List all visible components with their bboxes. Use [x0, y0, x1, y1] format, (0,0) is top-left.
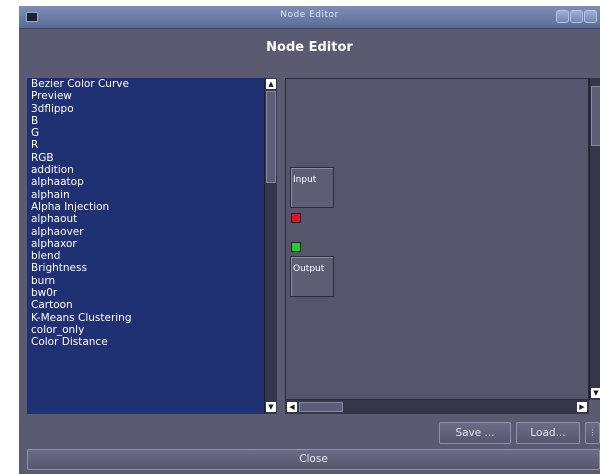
- list-item[interactable]: B: [27, 115, 264, 127]
- arrow-down-icon[interactable]: ▼: [591, 388, 600, 398]
- arrow-down-icon[interactable]: ▼: [266, 402, 276, 412]
- input-node[interactable]: Input: [290, 167, 334, 208]
- list-item[interactable]: Preview: [27, 90, 264, 102]
- arrow-up-icon[interactable]: ▲: [266, 79, 276, 89]
- node-canvas[interactable]: Input Output: [285, 78, 589, 400]
- list-item[interactable]: K-Means Clustering: [27, 312, 264, 324]
- list-vertical-scrollbar[interactable]: ▲ ▼: [264, 78, 277, 414]
- input-node-output-socket[interactable]: [291, 213, 301, 223]
- list-item[interactable]: bw0r: [27, 287, 264, 299]
- canvas-hscroll-thumb[interactable]: [299, 402, 343, 412]
- node-label: Input: [293, 175, 317, 185]
- list-item[interactable]: Cartoon: [27, 299, 264, 311]
- list-item[interactable]: burn: [27, 275, 264, 287]
- list-item[interactable]: R: [27, 139, 264, 151]
- list-scroll-thumb[interactable]: [266, 91, 276, 183]
- list-item[interactable]: Bezier Color Curve: [27, 78, 264, 90]
- minimize-icon[interactable]: [556, 10, 569, 23]
- canvas-horizontal-scrollbar[interactable]: ◀ ▶: [285, 400, 589, 414]
- effects-list[interactable]: Bezier Color Curve Preview 3dflippo B G …: [27, 78, 264, 414]
- node-label: Output: [293, 264, 325, 274]
- dialog-heading: Node Editor: [266, 40, 353, 55]
- list-item[interactable]: G: [27, 127, 264, 139]
- maximize-icon[interactable]: [570, 10, 583, 23]
- window-title: Node Editor: [280, 10, 339, 20]
- canvas-vscroll-thumb[interactable]: [591, 86, 600, 146]
- list-item[interactable]: 3dflippo: [27, 103, 264, 115]
- close-button[interactable]: Close: [27, 449, 600, 470]
- list-item[interactable]: alphaatop: [27, 176, 264, 188]
- list-item[interactable]: alphaxor: [27, 238, 264, 250]
- options-button[interactable]: ⋮: [585, 422, 600, 444]
- arrow-left-icon[interactable]: ◀: [287, 402, 297, 412]
- output-node-input-socket[interactable]: [291, 242, 301, 252]
- title-bar[interactable]: Node Editor: [19, 6, 600, 29]
- list-item[interactable]: RGB: [27, 152, 264, 164]
- list-item[interactable]: alphaover: [27, 226, 264, 238]
- list-item[interactable]: Brightness: [27, 262, 264, 274]
- save-button[interactable]: Save ...: [439, 422, 511, 444]
- list-item[interactable]: Alpha Injection: [27, 201, 264, 213]
- arrow-right-icon[interactable]: ▶: [577, 402, 587, 412]
- canvas-vertical-scrollbar[interactable]: ▼: [589, 78, 600, 400]
- list-item[interactable]: Color Distance: [27, 336, 264, 348]
- list-item[interactable]: alphain: [27, 189, 264, 201]
- list-item[interactable]: blend: [27, 250, 264, 262]
- node-editor-window: Node Editor Node Editor Bezier Color Cur…: [19, 6, 600, 474]
- close-icon[interactable]: [584, 10, 597, 23]
- load-button[interactable]: Load...: [516, 422, 580, 444]
- output-node[interactable]: Output: [290, 256, 334, 297]
- list-item[interactable]: color_only: [27, 324, 264, 336]
- list-item[interactable]: addition: [27, 164, 264, 176]
- list-item[interactable]: alphaout: [27, 213, 264, 225]
